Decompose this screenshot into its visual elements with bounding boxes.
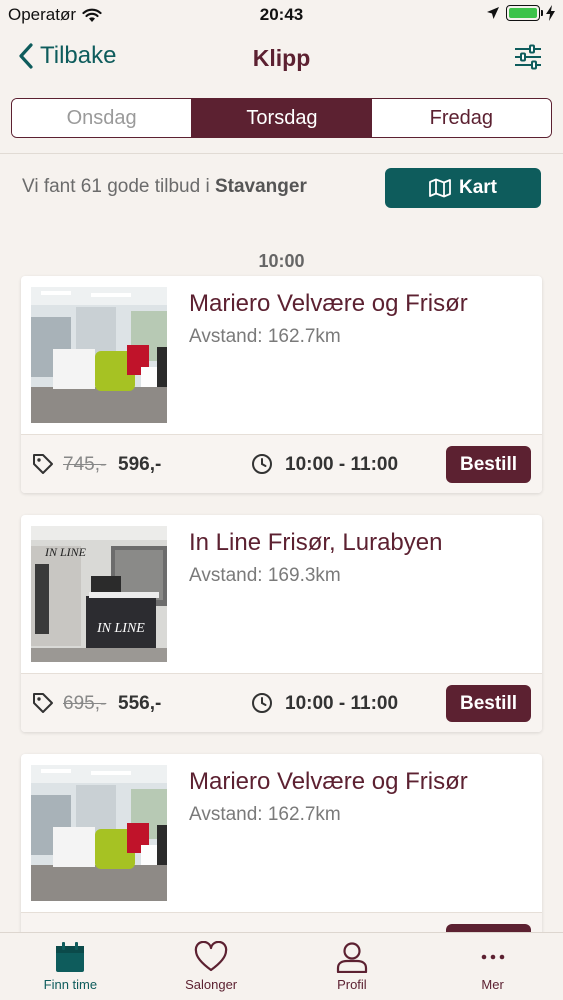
tab-mer[interactable]: Mer xyxy=(422,933,563,1000)
tab-label: Finn time xyxy=(43,977,98,992)
salon-photo: IN LINE IN LINE xyxy=(31,526,167,662)
salon-distance: Avstand: 162.7km xyxy=(189,326,341,347)
salon-desk-text: IN LINE xyxy=(96,621,145,636)
heart-icon xyxy=(194,941,228,972)
status-bar: Operatør 20:43 xyxy=(0,0,563,30)
calendar-icon xyxy=(56,942,85,972)
day-tab-onsdag[interactable]: Onsdag xyxy=(12,99,193,137)
discount-price: 596,- xyxy=(118,454,162,475)
day-selector: Onsdag Torsdag Fredag xyxy=(11,98,552,138)
salon-name: Mariero Velvære og Frisør xyxy=(189,290,468,317)
status-right xyxy=(486,5,555,21)
tab-finn-time[interactable]: Finn time xyxy=(0,933,141,1000)
map-button-label: Kart xyxy=(458,177,497,198)
salon-photo xyxy=(31,765,167,901)
tab-label: Salonger xyxy=(185,977,238,992)
original-price: 745,- xyxy=(63,454,107,475)
tab-label: Profil xyxy=(337,977,367,992)
book-button[interactable]: Bestill xyxy=(446,685,531,722)
results-summary-text: Vi fant 61 gode tilbud i xyxy=(22,176,215,197)
location-arrow-icon xyxy=(487,7,499,19)
battery-icon xyxy=(506,5,543,21)
salon-distance: Avstand: 162.7km xyxy=(189,804,341,825)
day-tab-fredag[interactable]: Fredag xyxy=(371,99,551,137)
filter-sliders-icon[interactable] xyxy=(513,44,543,70)
map-button[interactable]: Kart xyxy=(385,168,541,208)
results-summary: Vi fant 61 gode tilbud i Stavanger xyxy=(22,176,307,198)
screen: Operatør 20:43 Tilbake Klipp Onsdag Tors… xyxy=(0,0,563,1000)
time-slot: 10:00 - 11:00 xyxy=(285,454,399,475)
time-slot: 10:00 - 11:00 xyxy=(285,693,399,714)
salon-sign-text: IN LINE xyxy=(44,545,87,559)
salon-name: In Line Frisør, Lurabyen xyxy=(189,529,443,556)
more-icon xyxy=(481,954,504,960)
charging-bolt-icon xyxy=(546,5,555,21)
page-title: Klipp xyxy=(252,45,311,71)
map-icon xyxy=(429,178,451,198)
tab-bar: Finn time Salonger Profil Mer xyxy=(0,932,563,1000)
person-icon xyxy=(336,942,367,973)
clock-icon xyxy=(252,454,272,474)
tab-profil[interactable]: Profil xyxy=(282,933,423,1000)
offer-footer: 745,- 596,- 10:00 - 11:00 Bestill xyxy=(21,434,542,493)
offer-footer: 695,- 556,- 10:00 - 11:00 Bestill xyxy=(21,673,542,732)
tab-label: Mer xyxy=(481,977,504,992)
price-tag-icon xyxy=(33,693,53,713)
clock-time: 20:43 xyxy=(259,5,304,24)
book-button[interactable]: Bestill xyxy=(446,446,531,483)
salon-distance: Avstand: 169.3km xyxy=(189,565,341,586)
discount-price: 556,- xyxy=(118,693,162,714)
header-divider xyxy=(0,153,563,154)
time-group-header: 10:00 xyxy=(258,251,305,271)
results-city: Stavanger xyxy=(214,176,307,197)
offer-card[interactable]: Mariero Velvære og Frisør Avstand: 162.7… xyxy=(21,276,542,493)
offer-card[interactable]: IN LINE IN LINE In Line Frisør, Lurabyen… xyxy=(21,515,542,732)
salon-name: Mariero Velvære og Frisør xyxy=(189,768,468,795)
day-tab-torsdag[interactable]: Torsdag xyxy=(192,99,372,137)
price-tag-icon xyxy=(33,454,53,474)
salon-photo xyxy=(31,287,167,423)
tab-salonger[interactable]: Salonger xyxy=(141,933,282,1000)
nav-bar: Tilbake Klipp xyxy=(0,30,563,90)
clock-icon xyxy=(252,693,272,713)
original-price: 695,- xyxy=(63,693,107,714)
